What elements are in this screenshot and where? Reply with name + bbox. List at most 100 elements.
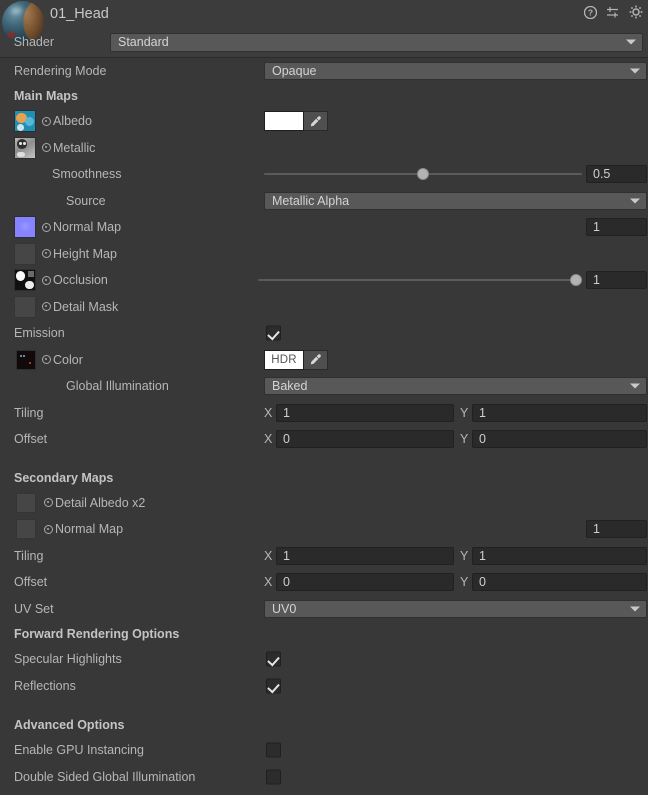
row-secondary-offset: Offset X 0 Y 0	[0, 569, 648, 596]
row-rendering-mode: Rendering Mode Opaque	[0, 58, 648, 84]
detail-albedo-label: Detail Albedo x2	[55, 495, 146, 510]
occlusion-slider-knob[interactable]	[570, 274, 582, 287]
emission-color-label-group: Color	[42, 353, 83, 367]
source-label: Source	[66, 193, 106, 208]
specular-highlights-label: Specular Highlights	[14, 652, 122, 667]
reflections-checkbox[interactable]	[266, 678, 281, 694]
gpu-instancing-checkbox[interactable]	[266, 742, 281, 758]
emission-checkbox[interactable]	[266, 325, 281, 341]
detail-albedo-texture-slot[interactable]	[16, 492, 36, 513]
albedo-label-group: Albedo	[42, 114, 92, 128]
smoothness-slider-knob[interactable]	[417, 168, 429, 181]
rendering-mode-dropdown[interactable]: Opaque	[264, 62, 647, 80]
height-map-toggle-icon[interactable]	[42, 249, 51, 259]
occlusion-label-group: Occlusion	[42, 273, 108, 287]
normal-map-texture-slot[interactable]	[14, 216, 36, 239]
normal-map-label-group: Normal Map	[42, 220, 121, 234]
row-secondary-normal-map: Normal Map 1	[0, 516, 648, 543]
main-offset-y-value: 0	[479, 432, 486, 447]
main-tiling-y-value: 1	[479, 405, 486, 420]
row-smoothness: Smoothness 0.5	[0, 161, 648, 188]
height-map-texture-slot[interactable]	[14, 242, 36, 265]
secondary-tiling-x-field[interactable]: 1	[276, 546, 454, 565]
emission-color-label: Color	[53, 352, 83, 367]
secondary-normal-map-toggle-icon[interactable]	[44, 524, 53, 534]
source-dropdown[interactable]: Metallic Alpha	[264, 191, 647, 210]
emission-color-toggle-icon[interactable]	[42, 355, 51, 365]
emission-color-swatch[interactable]: HDR	[264, 349, 304, 370]
albedo-texture-slot[interactable]	[14, 110, 36, 133]
emission-label: Emission	[14, 326, 65, 341]
chevron-down-icon	[630, 606, 640, 612]
emission-color-texture-slot[interactable]	[16, 349, 36, 370]
albedo-color-field[interactable]	[264, 111, 328, 132]
main-tiling-y-field[interactable]: 1	[472, 403, 647, 422]
row-emission-color: Color HDR	[0, 347, 648, 374]
forward-rendering-header: Forward Rendering Options	[14, 627, 180, 641]
occlusion-slider-track	[258, 279, 576, 282]
secondary-offset-y-label: Y	[460, 575, 469, 590]
main-offset-x-value: 0	[283, 432, 290, 447]
secondary-normal-map-value-field[interactable]: 1	[586, 520, 647, 539]
detail-albedo-toggle-icon[interactable]	[44, 498, 53, 508]
metallic-texture-slot[interactable]	[14, 136, 36, 159]
height-map-label-group: Height Map	[42, 247, 117, 261]
secondary-offset-y-value: 0	[479, 575, 486, 590]
shader-dropdown[interactable]: Standard	[110, 32, 643, 52]
header-icon-group: ?	[584, 5, 643, 19]
secondary-offset-x-label: X	[264, 575, 273, 590]
detail-mask-texture-slot[interactable]	[14, 295, 36, 318]
eyedropper-icon[interactable]	[304, 349, 328, 370]
inspector-body: Rendering Mode Opaque Main Maps Albedo M…	[0, 58, 648, 790]
secondary-tiling-y-field[interactable]: 1	[472, 546, 647, 565]
normal-map-toggle-icon[interactable]	[42, 222, 51, 232]
main-offset-y-field[interactable]: 0	[472, 430, 647, 449]
row-albedo: Albedo	[0, 108, 648, 135]
section-main-maps: Main Maps	[0, 84, 648, 108]
row-source: Source Metallic Alpha	[0, 188, 648, 215]
normal-map-value-field[interactable]: 1	[586, 218, 647, 237]
eyedropper-icon[interactable]	[304, 111, 328, 132]
occlusion-texture-slot[interactable]	[14, 269, 36, 292]
secondary-offset-x-value: 0	[283, 575, 290, 590]
metallic-toggle-icon[interactable]	[42, 143, 51, 153]
preset-icon[interactable]	[606, 6, 620, 19]
settings-gear-icon[interactable]	[629, 5, 643, 19]
row-height-map: Height Map	[0, 241, 648, 268]
global-illumination-value: Baked	[272, 379, 308, 394]
secondary-offset-label: Offset	[14, 575, 48, 590]
secondary-normal-map-value: 1	[593, 522, 600, 537]
specular-highlights-checkbox[interactable]	[266, 651, 281, 667]
albedo-toggle-icon[interactable]	[42, 116, 51, 126]
main-maps-header: Main Maps	[14, 89, 78, 103]
occlusion-value-field[interactable]: 1	[586, 271, 647, 290]
secondary-tiling-y-value: 1	[479, 548, 486, 563]
rendering-mode-value: Opaque	[272, 64, 317, 78]
material-name-title: 01_Head	[50, 6, 109, 22]
double-sided-gi-checkbox[interactable]	[266, 769, 281, 785]
secondary-offset-x-field[interactable]: 0	[276, 573, 454, 592]
global-illumination-dropdown[interactable]: Baked	[264, 377, 647, 396]
main-offset-x-field[interactable]: 0	[276, 430, 454, 449]
albedo-color-swatch[interactable]	[264, 111, 304, 132]
help-icon[interactable]: ?	[584, 5, 597, 19]
uv-set-dropdown[interactable]: UV0	[264, 599, 647, 618]
row-detail-albedo: Detail Albedo x2	[0, 490, 648, 517]
main-tiling-x-field[interactable]: 1	[276, 403, 454, 422]
detail-mask-label: Detail Mask	[53, 299, 119, 314]
occlusion-slider[interactable]	[258, 271, 582, 289]
secondary-tiling-y-label: Y	[460, 548, 469, 563]
shader-dropdown-value: Standard	[118, 35, 169, 49]
albedo-label: Albedo	[53, 114, 92, 129]
smoothness-value-field[interactable]: 0.5	[586, 165, 647, 184]
secondary-normal-map-texture-slot[interactable]	[16, 519, 36, 540]
normal-map-label: Normal Map	[53, 220, 122, 235]
chevron-down-icon	[630, 68, 640, 74]
secondary-offset-y-field[interactable]: 0	[472, 573, 647, 592]
source-value: Metallic Alpha	[272, 193, 350, 208]
occlusion-toggle-icon[interactable]	[42, 275, 51, 285]
emission-color-field[interactable]: HDR	[264, 349, 328, 370]
row-double-sided-gi: Double Sided Global Illumination	[0, 764, 648, 791]
smoothness-slider[interactable]	[264, 165, 582, 183]
detail-mask-toggle-icon[interactable]	[42, 302, 51, 312]
